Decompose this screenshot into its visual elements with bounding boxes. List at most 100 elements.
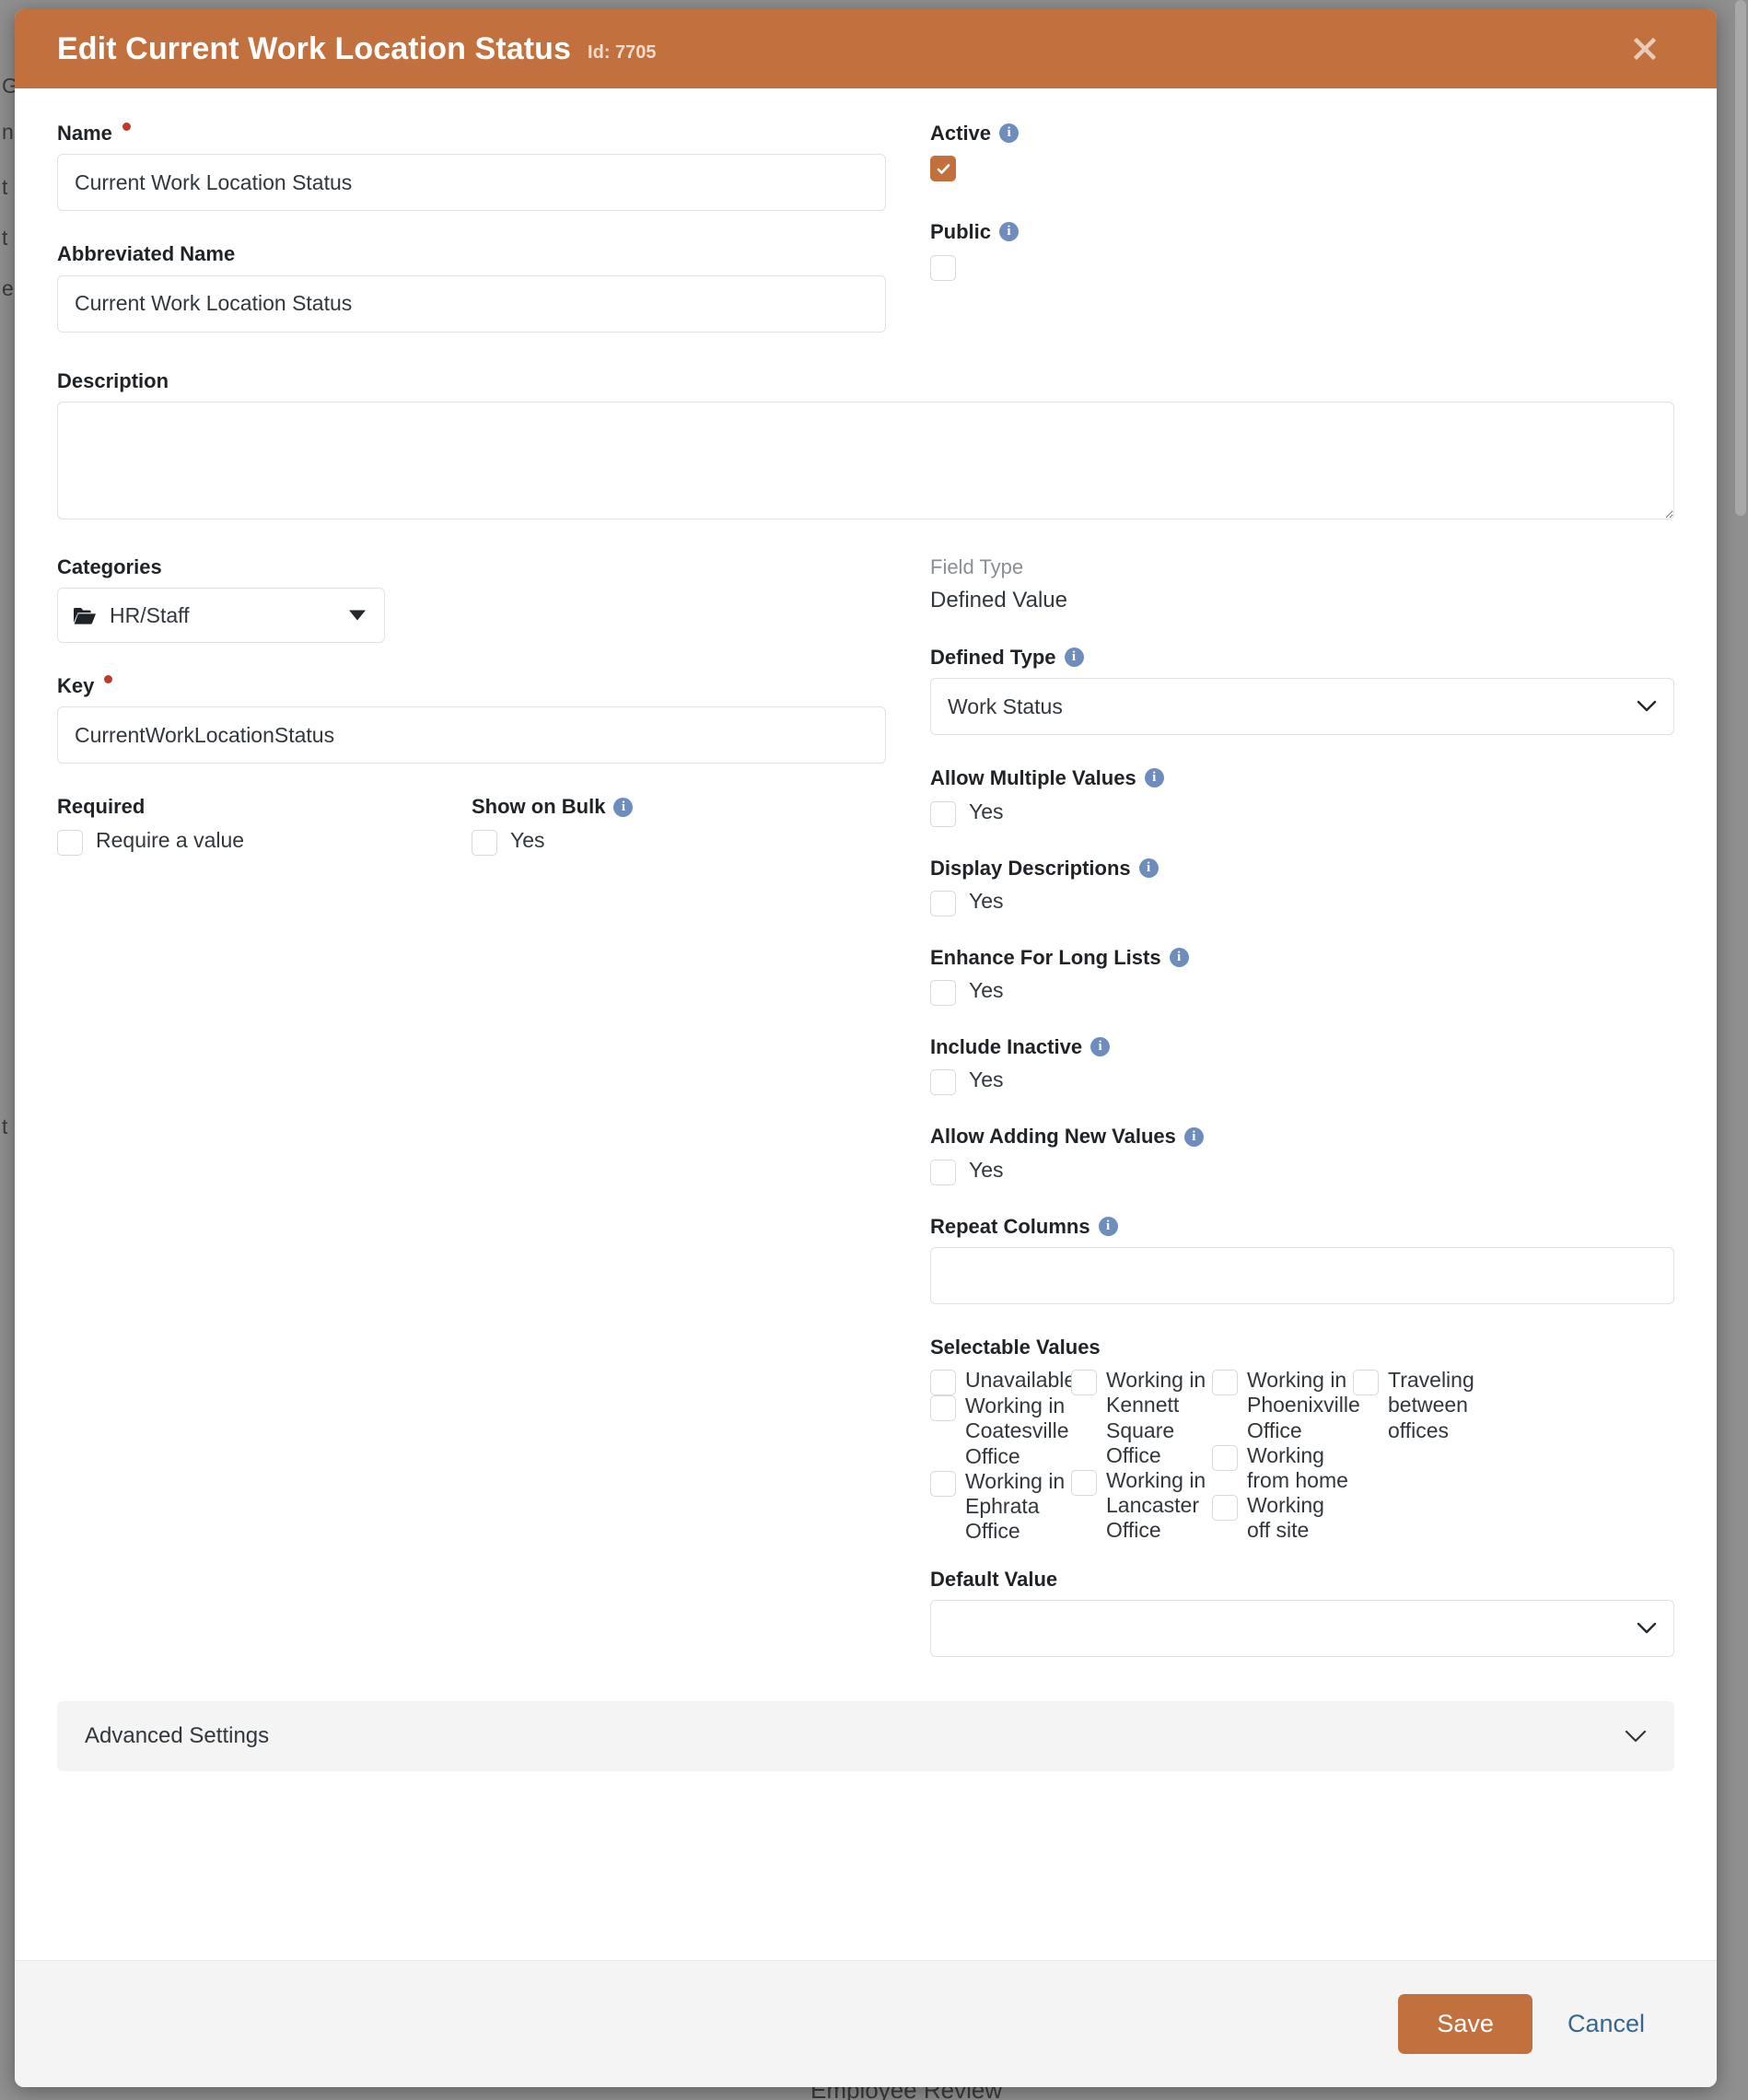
default-value-label: Default Value (930, 1568, 1058, 1592)
selectable-value-label: Working in Kennett Square Office (1106, 1368, 1206, 1467)
selectable-value-label: Traveling between offices (1388, 1368, 1474, 1442)
info-icon[interactable]: i (1144, 768, 1164, 788)
info-icon[interactable]: i (1183, 1126, 1204, 1147)
public-checkbox[interactable] (930, 254, 956, 281)
background-text-fragment: t (2, 175, 8, 199)
name-field-group: Name (57, 122, 886, 212)
public-label-text: Public (930, 220, 992, 244)
categories-value: HR/Staff (110, 602, 190, 627)
key-field-group: Key (57, 674, 886, 764)
default-value-select[interactable] (930, 1600, 1674, 1658)
toggle-label: Allow Adding New Values i (930, 1125, 1674, 1148)
required-indicator-icon (104, 675, 113, 684)
toggle-field-group: Allow Multiple Values i Yes (930, 766, 1674, 827)
show-on-bulk-label: Show on Bulk i (472, 795, 634, 818)
chevron-down-icon (1637, 701, 1657, 712)
toggle-label-text: Enhance For Long Lists (930, 945, 1161, 969)
defined-type-label: Defined Type i (930, 646, 1674, 669)
repeat-columns-group: Repeat Columns i (930, 1214, 1674, 1305)
categories-field-group: Categories HR/Staff (57, 554, 886, 644)
selectable-value-item: Working in Lancaster Office (1071, 1468, 1212, 1543)
left-column: Name Abbreviated Name (57, 122, 886, 364)
selectable-value-checkbox[interactable] (1353, 1370, 1379, 1396)
right-toggle-list: Allow Multiple Values i Yes Display Descrip… (930, 766, 1674, 1185)
info-icon[interactable]: i (999, 222, 1020, 242)
selectable-values-group: Selectable Values Unavailable Working in … (930, 1336, 1674, 1544)
public-label: Public i (930, 220, 1674, 243)
show-on-bulk-checkbox[interactable] (472, 829, 497, 856)
selectable-value-item: Working off site (1212, 1493, 1353, 1543)
page-scrollbar[interactable] (1733, 0, 1748, 2100)
required-label: Required (57, 795, 146, 819)
key-input[interactable] (57, 706, 886, 764)
info-icon[interactable]: i (1138, 858, 1159, 878)
selectable-value-checkbox[interactable] (1212, 1370, 1238, 1396)
abbreviated-name-input[interactable] (57, 274, 886, 332)
check-icon (937, 163, 950, 174)
background-text-fragment: t (2, 226, 8, 250)
selectable-value-checkbox[interactable] (1212, 1444, 1238, 1471)
toggle-field-group: Include Inactive i Yes (930, 1035, 1674, 1096)
categories-label: Categories (57, 554, 162, 578)
defined-type-label-text: Defined Type (930, 645, 1056, 669)
selectable-value-checkbox[interactable] (930, 1395, 956, 1422)
modal-footer: Save Cancel (15, 1960, 1717, 2087)
toggle-label-text: Allow Adding New Values (930, 1125, 1176, 1149)
defined-type-select[interactable]: Work Status (930, 678, 1674, 736)
info-icon[interactable]: i (999, 123, 1020, 144)
selectable-values-column: Working in Kennett Square Office Working … (1071, 1368, 1212, 1544)
name-input[interactable] (57, 154, 886, 212)
require-a-value-checkbox[interactable] (57, 829, 83, 856)
toggle-checkbox[interactable] (930, 1159, 956, 1185)
close-icon[interactable] (1626, 30, 1663, 67)
selectable-value-item: Traveling between offices (1353, 1368, 1494, 1442)
toggle-label: Enhance For Long Lists i (930, 946, 1674, 969)
categories-select[interactable]: HR/Staff (57, 588, 385, 644)
advanced-settings-accordion[interactable]: Advanced Settings (57, 1701, 1674, 1772)
page-scrollbar-thumb[interactable] (1735, 0, 1746, 516)
field-type-group: Field Type Defined Value (930, 555, 1674, 614)
selectable-value-checkbox[interactable] (1071, 1370, 1097, 1396)
background-text-fragment: t (2, 1114, 8, 1138)
toggle-checkbox[interactable] (930, 980, 956, 1007)
save-button[interactable]: Save (1398, 1994, 1532, 2054)
selectable-value-label: Working off site (1247, 1492, 1324, 1543)
description-textarea[interactable] (57, 401, 1674, 519)
info-icon[interactable]: i (1098, 1216, 1118, 1236)
abbreviated-name-label: Abbreviated Name (57, 242, 236, 266)
toggle-checkbox[interactable] (930, 800, 956, 827)
selectable-value-item: Working in Ephrata Office (930, 1469, 1071, 1544)
info-icon[interactable]: i (1064, 648, 1084, 668)
selectable-value-checkbox[interactable] (1071, 1469, 1097, 1496)
info-icon[interactable]: i (1169, 948, 1189, 968)
selectable-values-column: Unavailable Working in Coatesville Office… (930, 1368, 1076, 1544)
toggle-checkbox-row: Yes (930, 799, 1674, 827)
active-checkbox[interactable] (930, 156, 956, 182)
selectable-value-item: Working in Kennett Square Office (1071, 1368, 1212, 1468)
selectable-value-checkbox[interactable] (930, 1370, 956, 1396)
cancel-button[interactable]: Cancel (1547, 1994, 1665, 2054)
active-label: Active i (930, 122, 1674, 145)
toggle-checkbox[interactable] (930, 890, 956, 916)
toggle-field-group: Allow Adding New Values i Yes (930, 1125, 1674, 1185)
toggle-checkbox[interactable] (930, 1069, 956, 1096)
toggle-label: Include Inactive i (930, 1035, 1674, 1058)
selectable-values-column: Working in Phoenixville Office Working fr… (1212, 1368, 1360, 1544)
selectable-values-label: Selectable Values (930, 1336, 1101, 1359)
selectable-value-label: Working from home (1247, 1442, 1348, 1492)
toggle-checkbox-label: Yes (969, 1068, 1004, 1092)
selectable-value-checkbox[interactable] (930, 1470, 956, 1497)
modal-scrollbar[interactable] (1700, 168, 1715, 1833)
repeat-columns-label-text: Repeat Columns (930, 1214, 1090, 1238)
repeat-columns-input[interactable] (930, 1247, 1674, 1305)
info-icon[interactable]: i (1090, 1037, 1111, 1057)
left-column-lower: Categories HR/Staff Key CurrentWorkLocat… (57, 555, 886, 1689)
folder-open-icon (74, 607, 96, 624)
chevron-down-icon (1637, 1623, 1657, 1634)
modal-header: Edit Current Work Location Status Id: 77… (15, 9, 1717, 88)
info-icon[interactable]: i (613, 797, 634, 817)
selectable-value-checkbox[interactable] (1212, 1494, 1238, 1521)
toggle-field-group: Display Descriptions i Yes (930, 857, 1674, 916)
toggle-checkbox-label: Yes (969, 978, 1004, 1003)
public-field-group: Public i (930, 220, 1674, 281)
